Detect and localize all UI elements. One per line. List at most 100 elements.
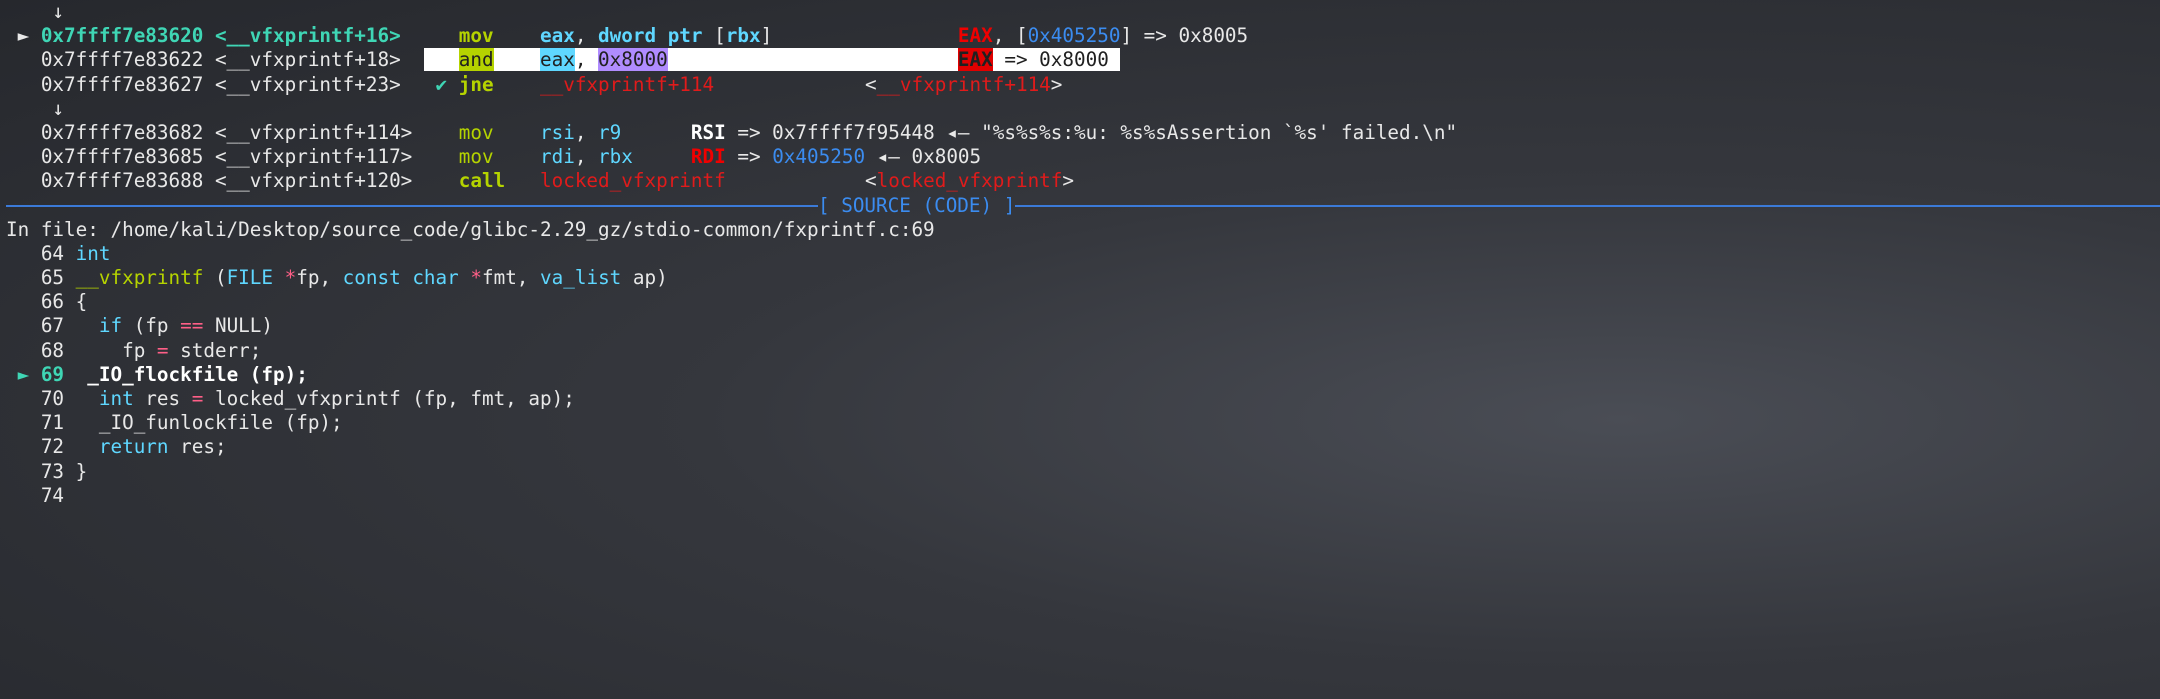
- code-token: FILE: [226, 266, 274, 290]
- code-token: [423, 48, 459, 72]
- separator-rule: [6, 204, 818, 207]
- code-token: ,: [574, 120, 599, 144]
- code-token: [667, 48, 958, 72]
- code-token: >: [1062, 169, 1074, 193]
- code-token: 73 }: [6, 459, 88, 483]
- code-token: [493, 48, 540, 72]
- code-token: call: [458, 169, 506, 193]
- code-token: locked_vfxprintf (fp, fmt, ap);: [203, 387, 575, 410]
- code-token: __vfxprintf+114: [540, 72, 715, 96]
- code-token: => 0x8000: [992, 48, 1121, 72]
- code-token: and: [458, 48, 494, 72]
- disasm-line: 0x7ffff7e83688 <__vfxprintf+120> call lo…: [6, 169, 2160, 193]
- code-token: (: [203, 266, 227, 290]
- code-token: <: [865, 72, 877, 96]
- code-token: => 0x7ffff7f95448 ◂— "%s%s%s:%u: %s%sAss…: [725, 120, 1458, 144]
- code-token: eax: [540, 48, 575, 72]
- code-token: stderr;: [168, 338, 262, 362]
- code-token: EAX: [957, 48, 993, 72]
- code-token: *: [284, 266, 297, 290]
- source-line: ► 69 _IO_flockfile (fp);: [6, 363, 2160, 387]
- code-token: rbx: [725, 24, 761, 48]
- code-token: res: [133, 387, 192, 410]
- disasm-line: 0x7ffff7e83627 <__vfxprintf+23> ✔ jne __…: [6, 73, 2160, 97]
- code-token: 70: [6, 387, 99, 410]
- code-token: va_list: [540, 266, 622, 290]
- code-token: 0x7ffff7e83682 <__vfxprintf+114>: [6, 120, 459, 144]
- source-file-path: In file: /home/kali/Desktop/source_code/…: [6, 217, 935, 241]
- code-token: eax: [540, 24, 575, 48]
- disassembly-panel: ↓ ► 0x7ffff7e83620 <__vfxprintf+16> mov …: [6, 0, 2160, 194]
- code-token: 0x7ffff7e83622 <__vfxprintf+18>: [6, 48, 424, 72]
- arrow-down-icon: ↓: [6, 96, 65, 120]
- code-token: =>: [725, 145, 773, 169]
- disasm-line: ↓: [6, 0, 2160, 24]
- code-token: char: [412, 266, 459, 290]
- code-token: =: [191, 387, 204, 410]
- code-token: *: [470, 266, 482, 290]
- code-token: if: [98, 314, 123, 338]
- code-token: 69: [40, 362, 65, 386]
- code-token: 64: [6, 241, 76, 265]
- code-token: 0x7ffff7e83685 <__vfxprintf+117>: [6, 145, 459, 169]
- code-token: 74: [6, 483, 65, 507]
- code-token: ap): [621, 266, 668, 290]
- terminal[interactable]: ↓ ► 0x7ffff7e83620 <__vfxprintf+16> mov …: [6, 0, 2160, 508]
- code-token: 67: [6, 314, 99, 338]
- source-line: 65 __vfxprintf (FILE *fp, const char *fm…: [6, 266, 2160, 290]
- code-token: 0x405250: [772, 145, 866, 169]
- code-token: int: [75, 241, 111, 265]
- code-token: _IO_flockfile (fp);: [87, 362, 308, 386]
- code-token: 66 {: [6, 290, 88, 314]
- code-token: return: [98, 435, 169, 459]
- code-token: locked_vfxprintf: [876, 169, 1063, 193]
- code-token: 68 fp: [6, 338, 157, 362]
- source-line: 70 int res = locked_vfxprintf (fp, fmt, …: [6, 387, 2160, 411]
- code-token: mov: [458, 120, 494, 144]
- source-separator: [ SOURCE (CODE) ]: [6, 194, 2160, 218]
- code-token: r9: [598, 120, 622, 144]
- current-line-marker-icon: ►: [6, 362, 41, 386]
- code-token: fp,: [296, 266, 343, 290]
- arrow-down-icon: ↓: [6, 0, 65, 23]
- disasm-line: 0x7ffff7e83682 <__vfxprintf+114> mov rsi…: [6, 121, 2160, 145]
- disasm-line: ► 0x7ffff7e83620 <__vfxprintf+16> mov ea…: [6, 24, 2160, 48]
- source-line: 67 if (fp == NULL): [6, 314, 2160, 338]
- code-token: 0x8000: [598, 48, 668, 72]
- code-token: (fp: [122, 314, 181, 338]
- code-token: 65: [6, 266, 76, 290]
- code-token: 0x7ffff7e83627 <__vfxprintf+23>: [6, 72, 436, 96]
- branch-taken-check-icon: ✔: [435, 72, 448, 96]
- source-line: 73 }: [6, 460, 2160, 484]
- code-token: 72: [6, 435, 99, 459]
- code-token: jne: [458, 72, 494, 96]
- code-token: ◂— 0x8005: [865, 145, 982, 169]
- code-token: fmt,: [481, 266, 541, 290]
- code-token: ==: [180, 314, 204, 338]
- code-token: rsi: [540, 120, 575, 144]
- code-token: EAX: [957, 24, 993, 48]
- disasm-line: 0x7ffff7e83622 <__vfxprintf+18> and eax,…: [6, 48, 2160, 72]
- code-token: =: [156, 338, 169, 362]
- code-token: >: [1050, 72, 1063, 96]
- code-token: [: [702, 24, 726, 48]
- code-token: mov: [458, 145, 494, 169]
- code-token: 0x7ffff7e83620 <__vfxprintf+16>: [40, 24, 401, 48]
- source-line: 72 return res;: [6, 435, 2160, 459]
- code-token: ,: [574, 145, 599, 169]
- code-token: mov: [458, 24, 494, 48]
- code-token: rbx: [598, 145, 633, 169]
- code-token: const: [342, 266, 401, 290]
- code-token: res;: [168, 435, 227, 459]
